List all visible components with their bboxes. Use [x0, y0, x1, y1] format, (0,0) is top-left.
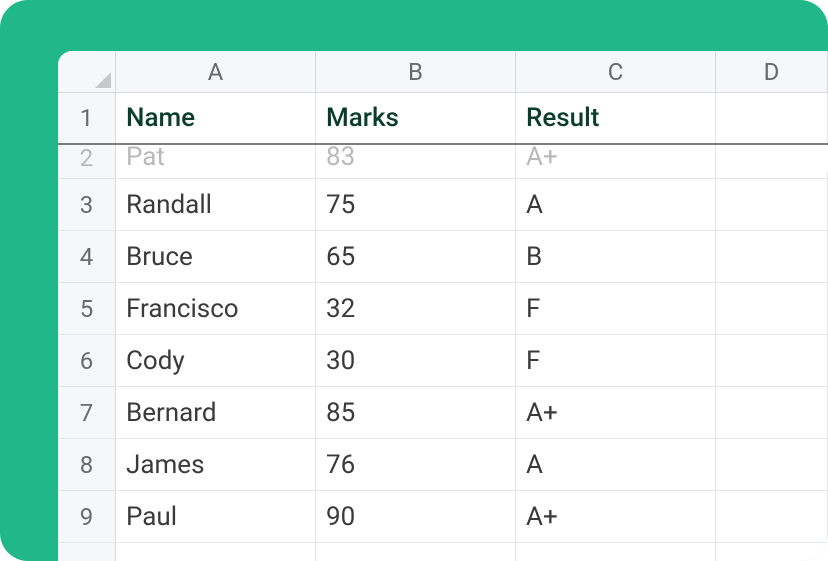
cell-a3[interactable]: Randall [116, 179, 316, 230]
cell-d8[interactable] [716, 439, 828, 490]
row-header-8[interactable]: 8 [58, 439, 116, 490]
row-header-4[interactable]: 4 [58, 231, 116, 282]
scrollable-body: 2 Pat 83 A+ 3 Randall 75 A 4 Bruce 65 B [58, 145, 828, 561]
cell-b4[interactable]: 65 [316, 231, 516, 282]
cell-c8[interactable]: A [516, 439, 716, 490]
table-row: 8 James 76 A [58, 439, 828, 491]
row-header-6[interactable]: 6 [58, 335, 116, 386]
cell-d10[interactable] [716, 543, 828, 561]
cell-d7[interactable] [716, 387, 828, 438]
row-header-9[interactable]: 9 [58, 491, 116, 542]
cell-c4[interactable]: B [516, 231, 716, 282]
cell-b10[interactable] [316, 543, 516, 561]
cell-d6[interactable] [716, 335, 828, 386]
cell-c3[interactable]: A [516, 179, 716, 230]
cell-b6[interactable]: 30 [316, 335, 516, 386]
spreadsheet-window: A B C D 1 Name Marks Result 2 Pat 83 A+ [58, 51, 828, 561]
cell-a2[interactable]: Pat [116, 145, 316, 178]
cell-a6[interactable]: Cody [116, 335, 316, 386]
table-row-partial: 2 Pat 83 A+ [58, 145, 828, 179]
select-all-triangle-icon [95, 72, 111, 88]
cell-d4[interactable] [716, 231, 828, 282]
column-header-b[interactable]: B [316, 51, 516, 92]
table-row: 4 Bruce 65 B [58, 231, 828, 283]
table-row-empty [58, 543, 828, 561]
cell-d5[interactable] [716, 283, 828, 334]
cell-b1[interactable]: Marks [316, 93, 516, 143]
cell-a10[interactable] [116, 543, 316, 561]
table-row: 5 Francisco 32 F [58, 283, 828, 335]
row-header-10[interactable] [58, 543, 116, 561]
cell-d3[interactable] [716, 179, 828, 230]
row-header-3[interactable]: 3 [58, 179, 116, 230]
cell-d9[interactable] [716, 491, 828, 542]
cell-c7[interactable]: A+ [516, 387, 716, 438]
row-header-7[interactable]: 7 [58, 387, 116, 438]
frozen-header-row: 1 Name Marks Result [58, 93, 828, 145]
cell-c5[interactable]: F [516, 283, 716, 334]
cell-a8[interactable]: James [116, 439, 316, 490]
column-header-d[interactable]: D [716, 51, 828, 92]
column-header-a[interactable]: A [116, 51, 316, 92]
row-header-1[interactable]: 1 [58, 93, 116, 143]
select-all-corner[interactable] [58, 51, 116, 92]
row-header-5[interactable]: 5 [58, 283, 116, 334]
cell-c2[interactable]: A+ [516, 145, 716, 178]
cell-b2[interactable]: 83 [316, 145, 516, 178]
table-row: 9 Paul 90 A+ [58, 491, 828, 543]
cell-b5[interactable]: 32 [316, 283, 516, 334]
cell-b3[interactable]: 75 [316, 179, 516, 230]
cell-a9[interactable]: Paul [116, 491, 316, 542]
cell-c6[interactable]: F [516, 335, 716, 386]
row-header-2[interactable]: 2 [58, 145, 116, 178]
cell-b8[interactable]: 76 [316, 439, 516, 490]
cell-c10[interactable] [516, 543, 716, 561]
cell-b9[interactable]: 90 [316, 491, 516, 542]
table-row: 6 Cody 30 F [58, 335, 828, 387]
cell-d2[interactable] [716, 172, 828, 178]
cell-a7[interactable]: Bernard [116, 387, 316, 438]
table-row: 3 Randall 75 A [58, 179, 828, 231]
column-headers-row: A B C D [58, 51, 828, 93]
column-header-c[interactable]: C [516, 51, 716, 92]
cell-a5[interactable]: Francisco [116, 283, 316, 334]
cell-c1[interactable]: Result [516, 93, 716, 143]
cell-a1[interactable]: Name [116, 93, 316, 143]
table-row: 7 Bernard 85 A+ [58, 387, 828, 439]
cell-a4[interactable]: Bruce [116, 231, 316, 282]
cell-c9[interactable]: A+ [516, 491, 716, 542]
cell-b7[interactable]: 85 [316, 387, 516, 438]
app-frame: A B C D 1 Name Marks Result 2 Pat 83 A+ [0, 0, 828, 561]
cell-d1[interactable] [716, 93, 828, 143]
